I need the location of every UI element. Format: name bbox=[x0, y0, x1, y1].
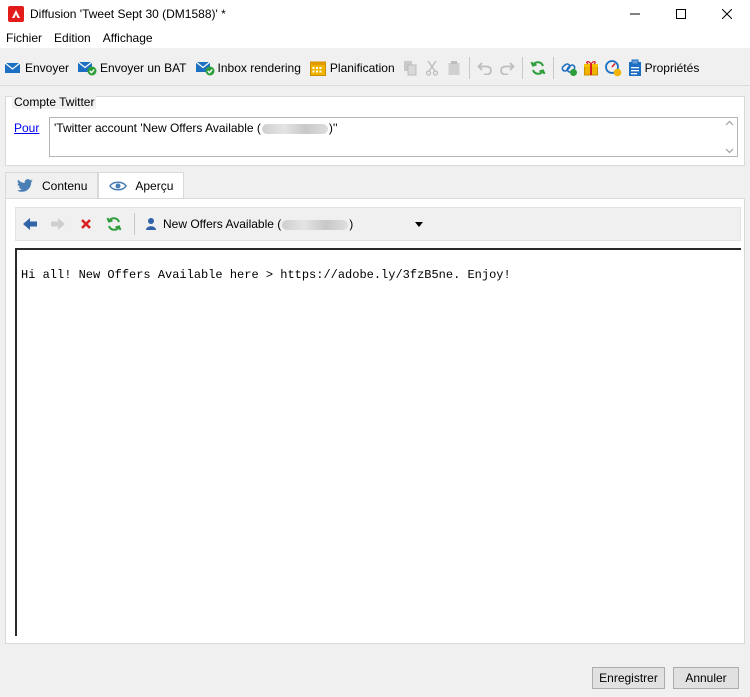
window-title: Diffusion 'Tweet Sept 30 (DM1588)' * bbox=[30, 7, 226, 21]
menu-fichier[interactable]: Fichier bbox=[0, 31, 48, 45]
tab-content[interactable]: Contenu bbox=[5, 172, 99, 198]
twitter-account-group: Compte Twitter Pour 'Twitter account 'Ne… bbox=[5, 95, 745, 166]
preview-account-prefix: New Offers Available ( bbox=[163, 217, 282, 231]
scissors-icon bbox=[425, 60, 438, 76]
red-x-icon bbox=[81, 219, 91, 229]
redo-button[interactable] bbox=[496, 56, 518, 80]
undo-button[interactable] bbox=[474, 56, 496, 80]
redo-icon bbox=[499, 61, 515, 75]
arrow-left-icon bbox=[23, 218, 37, 230]
recipient-scrollbar[interactable] bbox=[721, 118, 737, 156]
preview-panel: New Offers Available () Hi all! New Offe… bbox=[5, 198, 745, 644]
close-button[interactable] bbox=[704, 0, 750, 28]
toolbar-separator bbox=[521, 56, 523, 79]
preview-account-select[interactable]: New Offers Available () bbox=[141, 210, 431, 238]
tab-content-label: Contenu bbox=[42, 178, 88, 193]
user-icon bbox=[146, 218, 156, 230]
clipboard-properties-icon bbox=[628, 59, 641, 76]
refresh-icon bbox=[106, 217, 122, 231]
recipient-prefix: 'Twitter account 'New Offers Available ( bbox=[54, 121, 261, 135]
inbox-rendering-button[interactable]: Inbox rendering bbox=[191, 56, 305, 80]
twitter-bird-icon bbox=[17, 178, 33, 192]
refresh-icon bbox=[530, 60, 546, 75]
send-proof-button[interactable]: Envoyer un BAT bbox=[73, 56, 190, 80]
main-toolbar: Envoyer Envoyer un BAT Inbox rendering P… bbox=[0, 50, 750, 86]
send-button[interactable]: Envoyer bbox=[0, 56, 73, 80]
remove-button[interactable] bbox=[72, 210, 100, 238]
send-label: Envoyer bbox=[25, 60, 70, 75]
copy-icon bbox=[403, 60, 417, 75]
blurred-account-handle bbox=[261, 123, 328, 134]
properties-label: Propriétés bbox=[644, 60, 700, 75]
cut-button[interactable] bbox=[421, 56, 443, 80]
twitter-account-group-title: Compte Twitter bbox=[12, 95, 97, 109]
to-link[interactable]: Pour bbox=[14, 121, 39, 135]
gift-icon bbox=[583, 60, 598, 75]
menu-bar: Fichier Edition Affichage bbox=[0, 28, 750, 48]
preview-toolbar: New Offers Available () bbox=[15, 207, 741, 241]
copy-button[interactable] bbox=[399, 56, 421, 80]
link-chain-icon bbox=[561, 62, 577, 76]
recipient-field[interactable]: 'Twitter account 'New Offers Available (… bbox=[49, 117, 738, 157]
gauge-check-icon bbox=[604, 59, 621, 76]
refresh-preview-button[interactable] bbox=[100, 210, 128, 238]
menu-edition[interactable]: Edition bbox=[48, 31, 97, 45]
scroll-down-icon[interactable] bbox=[725, 148, 734, 154]
tab-preview[interactable]: Aperçu bbox=[98, 172, 185, 199]
paste-button[interactable] bbox=[443, 56, 465, 80]
inbox-rendering-label: Inbox rendering bbox=[217, 60, 301, 75]
preview-account-text: New Offers Available () bbox=[163, 217, 353, 231]
envelope-icon bbox=[4, 62, 21, 73]
delivery-window: Diffusion 'Tweet Sept 30 (DM1588)' * Fic… bbox=[0, 0, 750, 697]
adobe-campaign-app-icon bbox=[8, 6, 24, 22]
clipboard-icon bbox=[448, 60, 460, 75]
envelope-check-icon bbox=[195, 61, 215, 75]
preview-account-suffix: ) bbox=[349, 217, 354, 231]
close-icon bbox=[722, 9, 732, 19]
toolbar-separator bbox=[552, 56, 554, 79]
toolbar-separator bbox=[468, 56, 470, 79]
title-bar: Diffusion 'Tweet Sept 30 (DM1588)' * bbox=[0, 0, 750, 28]
schedule-label: Planification bbox=[329, 60, 395, 75]
minimize-icon bbox=[630, 13, 640, 15]
eye-icon bbox=[109, 181, 128, 191]
send-proof-label: Envoyer un BAT bbox=[100, 60, 187, 75]
tab-bar: Contenu Aperçu bbox=[5, 172, 185, 199]
save-button[interactable]: Enregistrer bbox=[592, 667, 665, 689]
window-controls bbox=[612, 0, 750, 28]
chevron-down-icon[interactable] bbox=[415, 221, 423, 227]
links-button[interactable] bbox=[558, 56, 580, 80]
maximize-icon bbox=[676, 9, 686, 19]
scroll-up-icon[interactable] bbox=[725, 120, 734, 126]
preview-toolbar-separator bbox=[134, 213, 135, 235]
refresh-button[interactable] bbox=[527, 56, 549, 80]
arrow-right-icon bbox=[51, 218, 65, 230]
maximize-button[interactable] bbox=[658, 0, 704, 28]
offers-button[interactable] bbox=[580, 56, 602, 80]
undo-icon bbox=[476, 61, 492, 75]
calendar-icon bbox=[309, 61, 326, 76]
menu-affichage[interactable]: Affichage bbox=[97, 31, 159, 45]
previous-button[interactable] bbox=[16, 210, 44, 238]
properties-button[interactable]: Propriétés bbox=[624, 56, 704, 80]
cancel-button[interactable]: Annuler bbox=[673, 667, 739, 689]
tab-preview-label: Aperçu bbox=[135, 179, 174, 193]
next-button[interactable] bbox=[44, 210, 72, 238]
recipient-suffix: )'' bbox=[328, 121, 338, 135]
schedule-button[interactable]: Planification bbox=[305, 56, 399, 80]
analyze-button[interactable] bbox=[602, 56, 624, 80]
blurred-account-handle bbox=[282, 219, 349, 230]
minimize-button[interactable] bbox=[612, 0, 658, 28]
tweet-preview-text: Hi all! New Offers Available here > http… bbox=[21, 268, 511, 282]
preview-render-area: Hi all! New Offers Available here > http… bbox=[15, 248, 741, 636]
envelope-check-icon bbox=[77, 61, 97, 75]
